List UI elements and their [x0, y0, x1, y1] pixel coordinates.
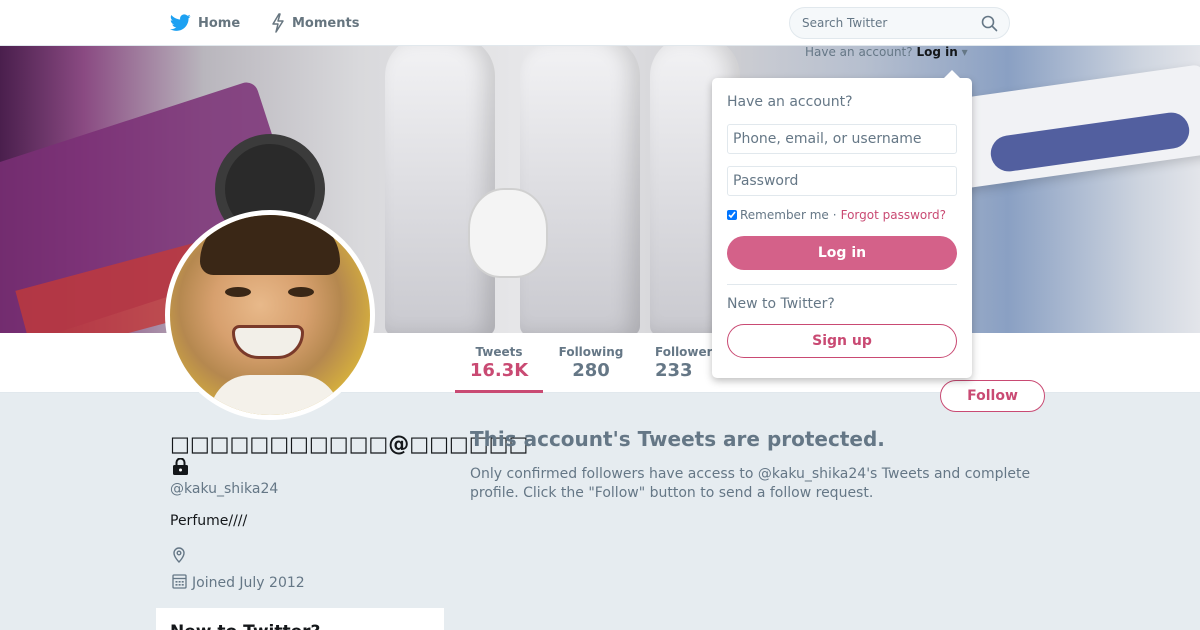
password-field[interactable]: [727, 166, 957, 196]
search-input[interactable]: [802, 14, 972, 32]
nav-moments[interactable]: Moments: [271, 0, 359, 46]
protected-description: Only confirmed followers have access to …: [470, 466, 1031, 501]
forgot-password-link[interactable]: Forgot password?: [841, 208, 946, 222]
login-menu-label: Log in: [916, 45, 958, 59]
nav-home[interactable]: Home: [170, 0, 240, 46]
remember-me-checkbox[interactable]: [727, 210, 737, 220]
nav-home-label: Home: [198, 15, 241, 31]
avatar[interactable]: [165, 210, 375, 420]
twitter-bird-icon: [170, 14, 191, 32]
calendar-icon: [172, 573, 192, 593]
username-field[interactable]: [727, 124, 957, 154]
top-navigation-bar: Home Moments: [0, 0, 1200, 46]
nav-moments-label: Moments: [292, 15, 360, 31]
search-icon[interactable]: [981, 15, 998, 36]
stat-tweets-label: Tweets: [475, 345, 523, 359]
protected-title: This account's Tweets are protected.: [470, 427, 885, 451]
profile-bio: Perfume////: [170, 513, 248, 529]
remember-row: Remember me · Forgot password?: [727, 208, 946, 222]
have-account-text: Have an account?: [805, 45, 913, 59]
signup-card: New to Twitter?: [156, 608, 444, 630]
remember-me-label[interactable]: Remember me: [740, 208, 829, 222]
login-menu-toggle[interactable]: Have an account? Log in ▾: [805, 45, 968, 59]
stat-following-label: Following: [558, 345, 624, 359]
stat-following[interactable]: Following 280: [556, 333, 626, 393]
signup-button[interactable]: Sign up: [727, 324, 957, 358]
login-dropdown: Have an account? Remember me · Forgot pa…: [712, 70, 972, 378]
joined-text: Joined July 2012: [192, 575, 305, 591]
location-icon: [172, 547, 186, 567]
stat-tweets-value: 16.3K: [469, 360, 529, 381]
profile-joined: Joined July 2012: [172, 573, 305, 593]
dropdown-arrow: [944, 70, 960, 78]
new-to-twitter-text: New to Twitter?: [727, 296, 835, 312]
caret-down-icon: ▾: [961, 45, 968, 59]
dropdown-heading: Have an account?: [727, 94, 853, 110]
stat-tweets[interactable]: Tweets 16.3K: [455, 333, 543, 393]
follow-button[interactable]: Follow: [940, 380, 1045, 412]
search-box: [789, 7, 1010, 39]
lock-icon: [172, 457, 189, 480]
stat-following-value: 280: [572, 360, 610, 381]
avatar-photo: [170, 215, 370, 415]
separator-dot: ·: [832, 208, 837, 222]
lightning-icon: [271, 13, 285, 33]
login-button[interactable]: Log in: [727, 236, 957, 270]
dropdown-divider: [727, 284, 957, 285]
profile-handle[interactable]: @kaku_shika24: [170, 481, 278, 497]
profile-display-name: □□□□□□□□□□□@□□□□□□: [170, 432, 529, 456]
signup-card-title: New to Twitter?: [170, 622, 320, 630]
